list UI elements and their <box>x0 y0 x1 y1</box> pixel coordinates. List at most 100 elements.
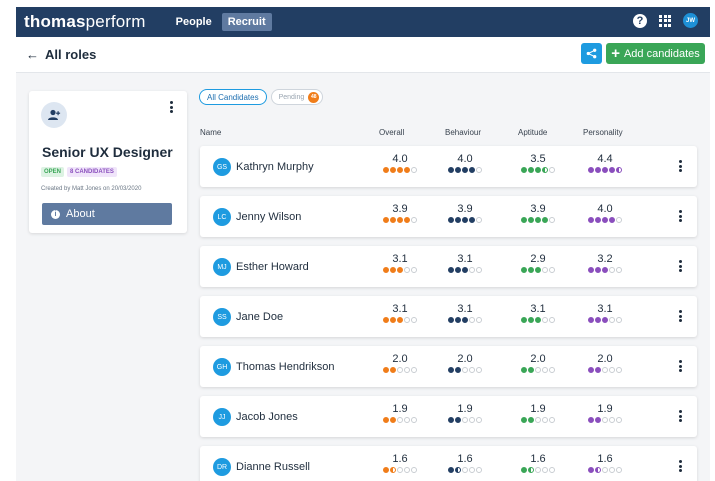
rating-dot <box>396 167 403 173</box>
row-menu-kebab-icon[interactable] <box>679 210 682 224</box>
row-menu-kebab-icon[interactable] <box>679 460 682 474</box>
role-menu-kebab-icon[interactable] <box>170 101 173 115</box>
share-button[interactable] <box>581 43 602 64</box>
score-overall-value: 4.0 <box>392 153 408 165</box>
rating-dot <box>594 317 601 323</box>
score-overall-value: 3.1 <box>392 303 408 315</box>
candidate-name[interactable]: Jenny Wilson <box>236 211 301 223</box>
rating-dot <box>410 367 417 373</box>
help-icon[interactable]: ? <box>633 13 647 28</box>
app-logo[interactable]: thomasperform <box>24 12 146 32</box>
role-card: Senior UX Designer OPEN 8 CANDIDATES Cre… <box>29 91 187 233</box>
column-header-personality[interactable]: Personality <box>583 128 623 137</box>
candidate-row[interactable]: LC Jenny Wilson 3.9 3.9 3.9 4.0 <box>200 196 697 237</box>
score-aptitude: 2.0 <box>518 353 558 373</box>
score-aptitude-rating-dots <box>518 167 558 173</box>
rating-dot <box>389 267 396 273</box>
candidate-name[interactable]: Jane Doe <box>236 311 283 323</box>
filter-pending[interactable]: Pending 48 <box>270 89 324 105</box>
back-link-label: All roles <box>45 47 97 62</box>
apps-grid-icon[interactable] <box>659 14 671 27</box>
rating-dot <box>541 367 548 373</box>
rating-dot <box>454 167 461 173</box>
rating-dot <box>541 417 548 423</box>
score-personality: 2.0 <box>585 353 625 373</box>
role-created-info: Created by Matt Jones on 20/03/2020 <box>41 186 142 192</box>
score-personality: 4.4 <box>585 153 625 173</box>
filter-all-candidates[interactable]: All Candidates <box>199 89 267 105</box>
rating-dot <box>601 167 608 173</box>
score-overall-value: 1.9 <box>392 403 408 415</box>
row-menu-kebab-icon[interactable] <box>679 410 682 424</box>
score-overall-value: 1.6 <box>392 453 408 465</box>
score-overall-rating-dots <box>380 267 420 273</box>
column-header-name[interactable]: Name <box>200 128 221 137</box>
candidate-avatar: SS <box>213 308 231 326</box>
column-header-aptitude[interactable]: Aptitude <box>518 128 547 137</box>
candidate-name[interactable]: Jacob Jones <box>236 411 298 423</box>
user-avatar[interactable]: JW <box>683 13 698 28</box>
rating-dot <box>608 267 615 273</box>
rating-dot <box>403 367 410 373</box>
rating-dot <box>447 417 454 423</box>
score-behaviour-rating-dots <box>445 167 485 173</box>
candidate-name[interactable]: Thomas Hendrikson <box>236 361 334 373</box>
score-personality-rating-dots <box>585 317 625 323</box>
nav-item-people[interactable]: People <box>170 13 218 31</box>
rating-dot <box>587 217 594 223</box>
score-personality-value: 2.0 <box>597 353 613 365</box>
rating-dot <box>468 367 475 373</box>
rating-dot <box>534 217 541 223</box>
candidate-row[interactable]: GH Thomas Hendrikson 2.0 2.0 2.0 2.0 <box>200 346 697 387</box>
rating-dot <box>461 217 468 223</box>
score-behaviour-rating-dots <box>445 367 485 373</box>
rating-dot <box>541 467 548 473</box>
score-behaviour-value: 1.9 <box>457 403 473 415</box>
rating-dot <box>454 317 461 323</box>
role-badges: OPEN 8 CANDIDATES <box>41 167 117 177</box>
candidate-row[interactable]: SS Jane Doe 3.1 3.1 3.1 3.1 <box>200 296 697 337</box>
column-header-behaviour[interactable]: Behaviour <box>445 128 481 137</box>
candidate-row[interactable]: MJ Esther Howard 3.1 3.1 2.9 3.2 <box>200 246 697 287</box>
candidate-name[interactable]: Kathryn Murphy <box>236 161 314 173</box>
row-menu-kebab-icon[interactable] <box>679 160 682 174</box>
candidate-row[interactable]: GS Kathryn Murphy 4.0 4.0 3.5 4.4 <box>200 146 697 187</box>
plus-icon: + <box>611 45 620 62</box>
score-aptitude: 1.6 <box>518 453 558 473</box>
rating-dot <box>389 317 396 323</box>
rating-dot <box>520 417 527 423</box>
rating-dot <box>447 267 454 273</box>
rating-dot <box>608 167 615 173</box>
rating-dot <box>403 167 410 173</box>
about-button[interactable]: i About <box>42 203 172 225</box>
rating-dot <box>410 267 417 273</box>
score-behaviour-value: 2.0 <box>457 353 473 365</box>
rating-dot <box>382 267 389 273</box>
back-to-roles-link[interactable]: ← All roles <box>26 47 96 62</box>
rating-dot <box>468 267 475 273</box>
row-menu-kebab-icon[interactable] <box>679 360 682 374</box>
rating-dot <box>468 417 475 423</box>
rating-dot <box>601 267 608 273</box>
rating-dot <box>520 367 527 373</box>
rating-dot <box>382 317 389 323</box>
rating-dot <box>468 217 475 223</box>
column-header-overall[interactable]: Overall <box>379 128 404 137</box>
row-menu-kebab-icon[interactable] <box>679 260 682 274</box>
rating-dot <box>389 167 396 173</box>
score-aptitude-rating-dots <box>518 317 558 323</box>
score-personality: 3.1 <box>585 303 625 323</box>
row-menu-kebab-icon[interactable] <box>679 310 682 324</box>
candidate-row[interactable]: JJ Jacob Jones 1.9 1.9 1.9 1.9 <box>200 396 697 437</box>
rating-dot <box>382 467 389 473</box>
rating-dot <box>389 367 396 373</box>
add-candidates-button[interactable]: + Add candidates <box>606 43 705 64</box>
score-behaviour: 2.0 <box>445 353 485 373</box>
score-behaviour-value: 3.1 <box>457 253 473 265</box>
nav-item-recruit[interactable]: Recruit <box>221 13 272 31</box>
candidate-row[interactable]: DR Dianne Russell 1.6 1.6 1.6 1.6 <box>200 446 697 481</box>
status-badge: OPEN <box>41 167 65 177</box>
top-navigation-bar: thomasperform People Recruit ? JW <box>16 7 710 37</box>
candidate-name[interactable]: Esther Howard <box>236 261 309 273</box>
candidate-name[interactable]: Dianne Russell <box>236 461 310 473</box>
